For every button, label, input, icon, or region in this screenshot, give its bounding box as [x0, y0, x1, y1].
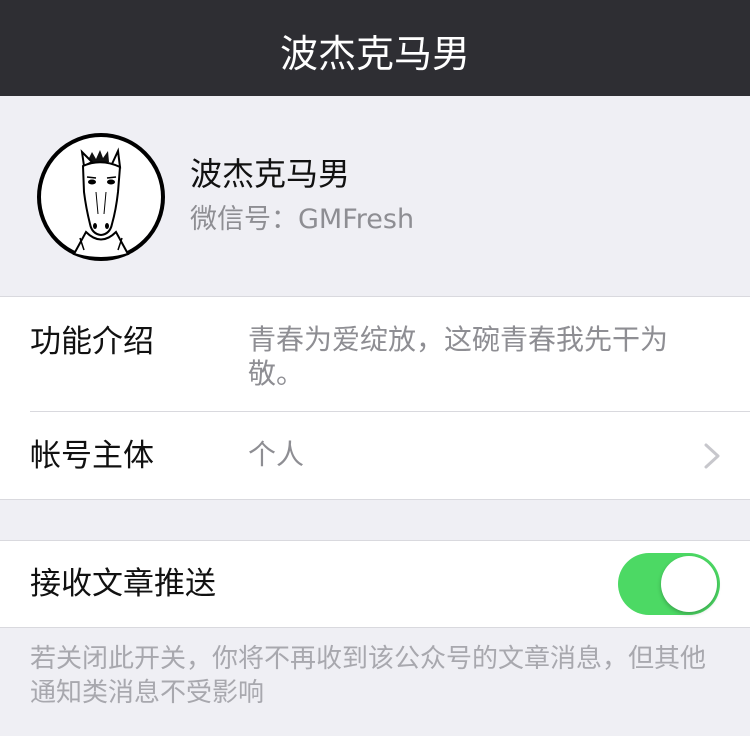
account-info-group: 功能介绍 青春为爱绽放，这碗青春我先干为敬。 帐号主体 个人 [0, 296, 750, 500]
account-name: 波杰克马男 [190, 155, 351, 193]
horse-avatar-icon[interactable] [36, 132, 166, 262]
push-settings-group: 接收文章推送 [0, 540, 750, 628]
intro-label: 功能介绍 [30, 324, 154, 360]
chevron-right-icon [704, 443, 720, 469]
wechat-id: 微信号：GMFresh [190, 204, 415, 235]
account-owner-row[interactable]: 帐号主体 个人 [0, 412, 750, 500]
toggle-knob [661, 556, 717, 612]
intro-value: 青春为爱绽放，这碗青春我先干为敬。 [248, 323, 669, 390]
push-label: 接收文章推送 [30, 566, 216, 602]
push-footnote: 若关闭此开关，你将不再收到该公众号的文章消息，但其他通知类消息不受影响 [30, 644, 707, 708]
push-toggle[interactable] [618, 553, 720, 615]
nav-title: 波杰克马男 [279, 32, 470, 76]
nav-bar: 波杰克马男 [0, 0, 750, 96]
owner-value: 个人 [248, 438, 305, 471]
push-row: 接收文章推送 [0, 541, 750, 629]
intro-row: 功能介绍 青春为爱绽放，这碗青春我先干为敬。 [0, 297, 750, 411]
profile-header: 波杰克马男 微信号：GMFresh [0, 96, 750, 296]
owner-label: 帐号主体 [30, 438, 154, 474]
